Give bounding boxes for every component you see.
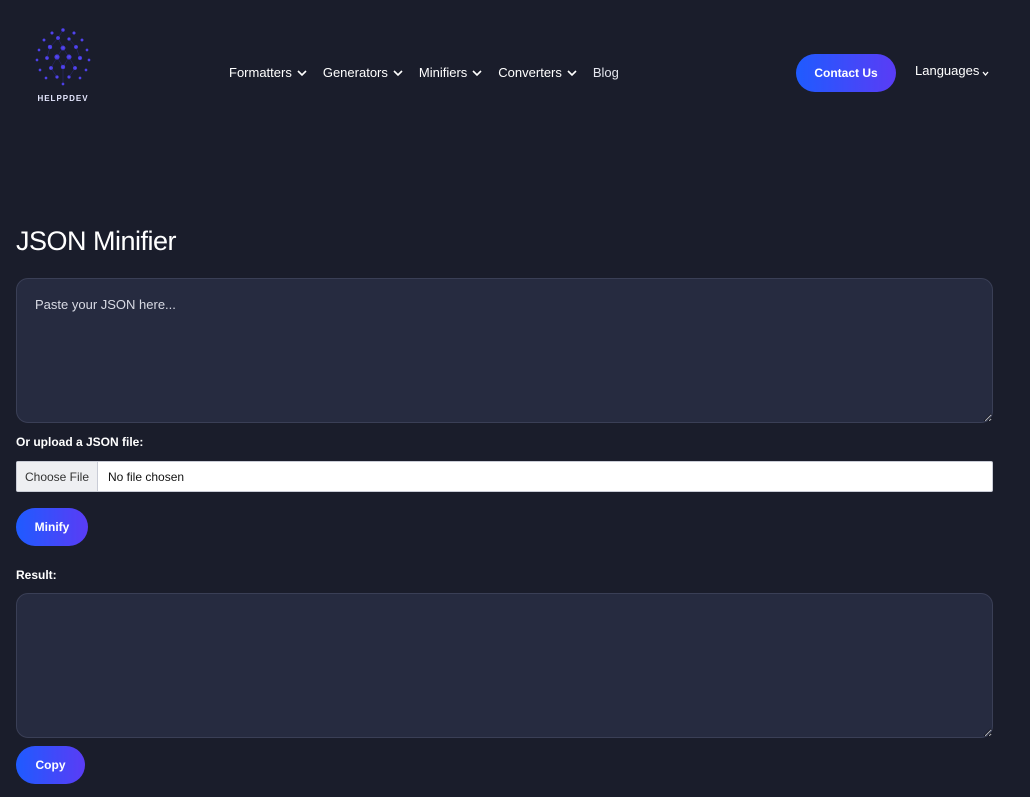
copy-button[interactable]: Copy: [16, 746, 85, 784]
contact-us-button[interactable]: Contact Us: [796, 54, 896, 92]
site-header: HELPPDEV Formatters Generators Minifiers…: [0, 0, 1030, 140]
minify-button[interactable]: Minify: [16, 508, 88, 546]
nav-item-label: Generators: [322, 64, 388, 80]
logo[interactable]: HELPPDEV: [28, 24, 98, 106]
network-globe-icon: [35, 28, 91, 86]
nav-item-label: Minifiers: [418, 64, 468, 80]
chevron-down-icon: [982, 71, 989, 76]
result-label: Result:: [16, 568, 57, 582]
nav-item-generators[interactable]: Generators: [323, 62, 403, 82]
json-input-textarea[interactable]: [16, 278, 993, 423]
result-textarea[interactable]: [16, 593, 993, 738]
chevron-down-icon: [472, 69, 482, 76]
file-upload-input[interactable]: Choose File No file chosen: [16, 461, 993, 492]
nav-item-blog[interactable]: Blog: [593, 62, 619, 82]
nav-item-label: Blog: [592, 64, 619, 80]
nav-item-formatters[interactable]: Formatters: [229, 62, 307, 82]
chevron-down-icon: [297, 69, 307, 76]
main-nav: Formatters Generators Minifiers Converte…: [229, 62, 635, 82]
nav-item-label: Converters: [498, 64, 562, 80]
nav-item-label: Formatters: [229, 64, 292, 80]
brand-name: HELPPDEV: [37, 94, 89, 103]
chevron-down-icon: [567, 69, 577, 76]
page-title: JSON Minifier: [16, 226, 177, 256]
chevron-down-icon: [393, 69, 403, 76]
nav-item-converters[interactable]: Converters: [498, 62, 577, 82]
upload-label: Or upload a JSON file:: [16, 435, 144, 449]
languages-label: Languages: [915, 63, 980, 78]
choose-file-button[interactable]: Choose File: [17, 462, 98, 491]
file-status: No file chosen: [108, 469, 185, 484]
nav-item-minifiers[interactable]: Minifiers: [419, 62, 482, 82]
languages-dropdown[interactable]: Languages: [915, 63, 989, 78]
